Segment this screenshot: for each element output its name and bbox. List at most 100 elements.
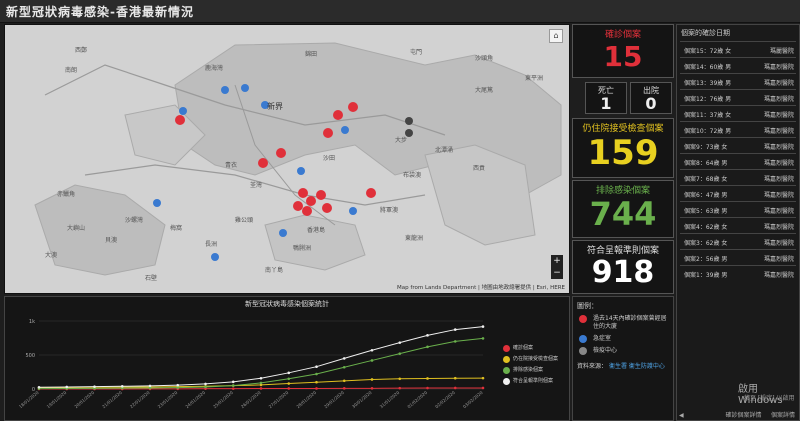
case-list-item[interactable]: 個案8：64歲 男 瑪嘉烈醫院 [680, 153, 796, 169]
place-label: 赤鱲角 [57, 191, 76, 198]
x-tick-label: 01/02/2020 [406, 390, 428, 410]
legend-item-case: 過去14天內確診個案曾經居住的大廈 [577, 315, 669, 331]
hospital-marker [241, 84, 249, 92]
data-point [342, 357, 346, 360]
case-marker [348, 102, 358, 112]
place-label: 石壁 [145, 275, 158, 282]
case-item-hospital: 瑪嘉烈醫院 [763, 224, 794, 231]
legend-item-hospital: 急症室 [577, 335, 669, 343]
place-label: 雞公頭 [235, 217, 254, 224]
place-label: 屯門 [410, 49, 423, 56]
data-point [481, 325, 485, 328]
data-point [259, 387, 263, 390]
case-list-item[interactable]: 個案4：62歲 女 瑪嘉烈醫院 [680, 217, 796, 233]
data-point [481, 386, 485, 390]
x-tick-label: 24/01/2020 [184, 390, 206, 410]
source-link[interactable]: 衞生署 衞生防護中心 [609, 363, 665, 370]
data-point [426, 377, 429, 380]
case-marker [323, 128, 333, 138]
case-item-label: 個案15：72歲 女 [684, 48, 732, 55]
hospital-value: 159 [587, 133, 659, 173]
case-item-hospital: 瑪嘉烈醫院 [763, 192, 794, 199]
case-marker [298, 188, 308, 198]
zoom-out-button[interactable]: − [551, 267, 563, 279]
x-tick-label: 21/01/2020 [101, 390, 123, 410]
case-marker-icon [579, 315, 587, 323]
data-point [370, 348, 374, 352]
x-tick-label: 19/01/2020 [46, 390, 68, 410]
hospital-marker [297, 167, 305, 175]
data-point [93, 385, 96, 388]
data-point [315, 380, 318, 384]
scroll-left-icon[interactable]: ◀ [679, 412, 684, 419]
place-label: 南丫島 [265, 267, 284, 274]
data-point [259, 376, 263, 380]
case-list-item[interactable]: 個案13：39歲 男 瑪嘉烈醫院 [680, 73, 796, 89]
x-tick-label: 31/01/2020 [379, 390, 401, 410]
hospital-panel: 仍住院接受檢查個案 159 [572, 118, 674, 178]
case-list-item[interactable]: 個案12：76歲 男 瑪嘉烈醫院 [680, 89, 796, 105]
hospital-marker [179, 107, 187, 115]
place-label: 大嶼山 [67, 225, 86, 232]
case-list-header: 個案的確診日期 [681, 29, 730, 37]
legend-label: 檢疫中心 [593, 347, 618, 354]
case-item-label: 個案6：47歲 男 [684, 192, 728, 199]
place-label: 將軍澳 [380, 207, 399, 214]
quarantine-marker [405, 117, 413, 125]
case-item-hospital: 瑪嘉烈醫院 [763, 256, 794, 263]
data-point [231, 380, 235, 384]
zoom-in-button[interactable]: + [551, 255, 563, 267]
data-point [287, 371, 291, 375]
case-list-item[interactable]: 個案10：72歲 男 瑪嘉烈醫院 [680, 121, 796, 137]
case-list-item[interactable]: 個案3：62歲 女 瑪嘉烈醫院 [680, 233, 796, 249]
case-list-item[interactable]: 個案11：37歲 女 瑪嘉烈醫院 [680, 105, 796, 121]
case-item-label: 個案5：63歲 男 [684, 208, 728, 215]
hospital-marker [341, 126, 349, 134]
legend-entry[interactable]: 排除感染個案 [503, 367, 558, 378]
case-list-item[interactable]: 個案6：47歲 男 瑪嘉烈醫院 [680, 185, 796, 201]
case-list-footer-right: 個案詳情 [770, 412, 795, 419]
case-item-label: 個案12：76歲 男 [684, 96, 732, 103]
case-item-label: 個案8：64歲 男 [684, 160, 728, 167]
case-list-item[interactable]: 個案9：73歲 女 瑪嘉烈醫院 [680, 137, 796, 153]
data-point [315, 387, 318, 390]
data-point [231, 387, 235, 390]
data-point [426, 334, 429, 337]
place-label: 西貢 [473, 165, 486, 172]
case-marker [276, 148, 286, 158]
legend-dot-icon [503, 367, 510, 374]
case-list-panel[interactable]: 個案的確診日期 個案15：72歲 女瑪麗醫院 個案14：60歲 男瑪嘉烈醫院 個案1… [676, 24, 800, 421]
data-point [453, 328, 457, 331]
case-list-item[interactable]: 個案2：56歲 男 瑪嘉烈醫院 [680, 249, 796, 265]
map-view[interactable]: 新界 西鄭 鹿海灣 屯門 錦田 沙頭角 大步 北潭涌 赤鱲角 大嶼山 青衣 荃灣… [4, 24, 570, 294]
case-item-label: 個案9：73歲 女 [684, 144, 728, 151]
data-point [342, 365, 346, 369]
case-list-item[interactable]: 個案5：63歲 男 瑪嘉烈醫院 [680, 201, 796, 217]
case-item-label: 個案4：62歲 女 [684, 224, 728, 231]
home-icon[interactable]: ⌂ [549, 29, 563, 43]
place-label: 布袋澳 [403, 172, 422, 179]
data-point [65, 385, 69, 389]
hospital-marker [221, 86, 229, 94]
place-label: 荃灣 [250, 182, 263, 189]
region-label: 新界 [267, 102, 283, 111]
legend-entry[interactable]: 確診個案 [503, 345, 558, 356]
confirmed-value: 15 [603, 40, 643, 73]
case-list-item[interactable]: 個案7：68歲 女 瑪嘉烈醫院 [680, 169, 796, 185]
data-point [204, 382, 207, 386]
place-label: 青衣 [225, 162, 238, 169]
legend-entry[interactable]: 符合呈報準則個案 [503, 378, 558, 389]
x-tick-label: 28/01/2020 [295, 390, 317, 410]
case-list-item[interactable]: 個案1：39歲 男 瑪嘉烈醫院 [680, 265, 796, 281]
horizontal-scrollbar[interactable]: ◀ 確診個案詳情 個案詳情 [679, 410, 795, 419]
chart-panel: 新型冠狀病毒感染個案統計 0 500 1k 18/01/2020 19/01/2020 2… [4, 296, 570, 421]
data-point [398, 377, 402, 381]
case-list-item[interactable]: 個案14：60歲 男 瑪嘉烈醫院 [680, 57, 796, 73]
legend-entry[interactable]: 仍在院接受檢查個案 [503, 356, 558, 367]
zoom-control[interactable]: + − [551, 255, 563, 279]
place-label: 大澳 [45, 252, 58, 259]
hospital-marker [349, 207, 357, 215]
case-list-item[interactable]: 個案15：72歲 女 瑪麗醫院 [680, 41, 796, 57]
data-point [148, 384, 152, 388]
title-bar: 新型冠狀病毒感染-香港最新情況 [0, 0, 800, 23]
